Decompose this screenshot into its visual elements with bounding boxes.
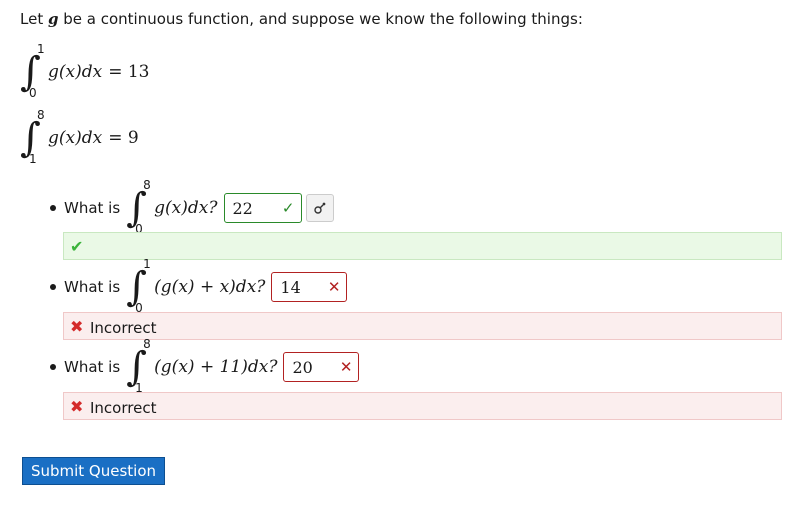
lower-limit: 0 — [29, 86, 37, 100]
feedback-incorrect-3: ✖ Incorrect — [63, 392, 782, 420]
given-integral-2: ∫ 8 1 g(x)dx = 9 — [20, 108, 139, 166]
answer-input-2[interactable]: 14 ✕ — [271, 272, 348, 302]
submit-question-button[interactable]: Submit Question — [22, 457, 165, 485]
question-label: What is — [64, 358, 121, 376]
integrand: g(x)dx — [48, 128, 103, 148]
integral-sign: ∫ 1 0 — [20, 42, 45, 100]
feedback-text: Incorrect — [90, 319, 157, 337]
bullet — [50, 284, 56, 290]
feedback-incorrect-2: ✖ Incorrect — [63, 312, 782, 340]
equation-rhs: = 9 — [108, 128, 139, 148]
question-2: What is ∫ 1 0 (g(x) + x)dx? 14 ✕ — [50, 257, 348, 315]
answer-input-3[interactable]: 20 ✕ — [283, 352, 360, 382]
question-1: What is ∫ 8 0 g(x)dx? 22 ✓ — [50, 178, 334, 236]
intro-variable: g — [47, 10, 59, 28]
integrand: g(x)dx? — [154, 198, 218, 218]
given-integral-1: ∫ 1 0 g(x)dx = 13 — [20, 42, 150, 100]
integrand: (g(x) + 11)dx? — [154, 357, 278, 377]
integral-sign: ∫ 1 0 — [126, 257, 151, 315]
intro-prefix: Let — [20, 10, 44, 28]
answer-value: 22 — [232, 198, 253, 218]
upper-limit: 1 — [143, 257, 151, 271]
bullet — [50, 205, 56, 211]
cross-icon: ✖ — [70, 317, 84, 336]
cross-icon: ✖ — [70, 397, 84, 416]
upper-limit: 8 — [143, 337, 151, 351]
check-icon: ✓ — [281, 199, 295, 217]
intro-suffix: be a continuous function, and suppose we… — [63, 10, 583, 28]
upper-limit: 8 — [143, 178, 151, 192]
cross-icon: ✕ — [339, 358, 353, 376]
lower-limit: 1 — [29, 152, 37, 166]
integral-sign: ∫ 8 1 — [20, 108, 45, 166]
upper-limit: 8 — [37, 108, 45, 122]
key-icon[interactable] — [305, 194, 334, 222]
feedback-text: Incorrect — [90, 399, 157, 417]
integrand: g(x)dx — [48, 62, 103, 82]
problem-intro: Let g be a continuous function, and supp… — [20, 10, 583, 28]
upper-limit: 1 — [37, 42, 45, 56]
integral-sign: ∫ 8 0 — [126, 178, 151, 236]
check-icon: ✔ — [70, 237, 84, 256]
answer-value: 20 — [292, 357, 313, 377]
answer-input-1[interactable]: 22 ✓ — [223, 193, 302, 223]
integral-sign: ∫ 8 1 — [126, 337, 151, 395]
question-label: What is — [64, 199, 121, 217]
bullet — [50, 364, 56, 370]
integrand: (g(x) + x)dx? — [154, 277, 266, 297]
feedback-correct-1: ✔ — [63, 232, 782, 260]
question-label: What is — [64, 278, 121, 296]
answer-value: 14 — [280, 277, 301, 297]
cross-icon: ✕ — [327, 278, 341, 296]
equation-rhs: = 13 — [108, 62, 150, 82]
question-3: What is ∫ 8 1 (g(x) + 11)dx? 20 ✕ — [50, 337, 360, 395]
